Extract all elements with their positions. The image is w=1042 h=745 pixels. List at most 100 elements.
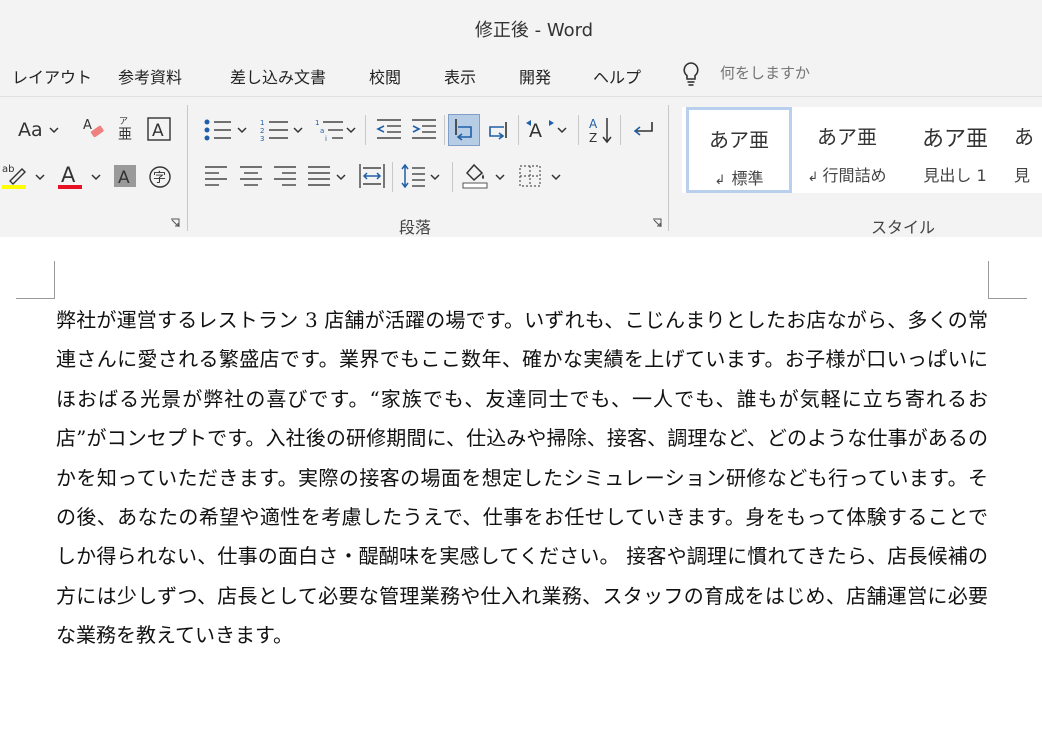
svg-text:1: 1 [260,119,264,127]
phonetic-guide-icon[interactable]: ア 亜 [116,114,138,142]
styles-group-label: スタイル [871,218,936,237]
font-dialog-launcher-icon[interactable] [170,218,180,228]
svg-text:Z: Z [589,131,597,145]
tab-review[interactable]: 校閲 [369,64,401,88]
right-to-left-icon[interactable] [486,118,512,142]
borders-icon[interactable] [519,165,541,187]
style-preview: あア亜 [709,128,769,152]
crop-mark [988,261,989,299]
tab-layout[interactable]: レイアウト [12,64,92,88]
highlight-color-swatch [2,185,26,189]
left-to-right-icon [455,119,472,141]
style-name: 見 [1014,166,1031,185]
paragraph-mark-icon: ↲ [807,170,819,185]
chevron-down-icon[interactable] [237,126,247,134]
left-to-right-button[interactable] [448,114,480,146]
clear-formatting-icon[interactable]: A [82,116,106,142]
increase-indent-icon[interactable] [410,118,438,142]
svg-text:A: A [83,118,92,133]
style-heading-2[interactable]: あ 見 [1014,107,1042,193]
tab-help[interactable]: ヘルプ [593,64,641,88]
separator [365,115,366,145]
crop-mark [54,261,55,299]
enclosed-character-icon[interactable]: 字 [148,165,172,189]
style-heading-1[interactable]: あア亜 見出し 1 [902,107,1008,193]
align-right-icon[interactable] [273,165,297,187]
chevron-down-icon[interactable] [293,126,303,134]
align-center-icon[interactable] [239,165,263,187]
bullets-icon[interactable] [203,119,233,141]
svg-text:A: A [61,163,76,187]
character-spacing-icon[interactable]: A [526,117,554,143]
chevron-down-icon[interactable] [336,173,346,181]
document-body-text[interactable]: 弊社が運営するレストラン 3 店舗が活躍の場です。いずれも、こじんまりとしたお店… [56,301,988,656]
sort-icon[interactable]: A Z [588,115,614,145]
ribbon-tabs: レイアウト 参考資料 差し込み文書 校閲 表示 開発 ヘルプ [0,50,1042,96]
separator [620,115,621,145]
character-shading-icon[interactable]: A [114,165,136,187]
font-color-icon[interactable]: A [58,161,84,189]
separator [578,115,579,145]
separator [392,162,393,192]
paragraph-dialog-launcher-icon[interactable] [652,218,662,228]
svg-text:亜: 亜 [118,127,132,142]
chevron-down-icon[interactable] [557,126,567,134]
svg-text:A: A [118,168,130,187]
paragraph-group-label: 段落 [399,218,432,237]
crop-mark [16,298,54,299]
svg-text:i: i [325,135,327,142]
line-spacing-icon[interactable] [400,163,426,189]
chevron-down-icon[interactable] [91,173,101,181]
style-preview: あ [1014,125,1034,149]
tab-mailings[interactable]: 差し込み文書 [230,64,326,88]
paragraph-mark-icon: ↲ [714,173,726,188]
document-page[interactable]: 弊社が運営するレストラン 3 店舗が活躍の場です。いずれも、こじんまりとしたお店… [0,237,1042,745]
style-name-text: 標準 [731,169,764,188]
title-bar: 修正後 - Word [0,0,1042,50]
window-title: 修正後 - Word [474,20,594,41]
separator [444,115,445,145]
highlight-color-icon[interactable]: ab [2,161,28,189]
svg-text:ab: ab [2,164,14,175]
chevron-down-icon[interactable] [49,126,59,134]
svg-text:2: 2 [260,127,264,135]
shading-icon[interactable] [461,161,489,189]
character-border-icon[interactable]: A [147,117,171,141]
lightbulb-icon[interactable] [680,60,702,88]
tab-developer[interactable]: 開発 [519,64,551,88]
chevron-down-icon[interactable] [495,173,505,181]
style-normal[interactable]: あア亜 ↲ 標準 [686,107,792,193]
style-name: ↲ 行間詰め [794,162,900,186]
svg-text:3: 3 [260,135,264,142]
distributed-icon[interactable] [359,163,385,189]
svg-text:a: a [320,127,324,135]
group-separator [668,105,669,231]
separator [452,162,453,192]
chevron-down-icon[interactable] [35,173,45,181]
svg-text:A: A [589,117,598,131]
decrease-indent-icon[interactable] [375,118,403,142]
numbering-icon[interactable]: 1 2 3 [260,118,290,142]
change-case-button[interactable]: Aa [18,119,43,141]
style-name: 見出し 1 [923,166,987,185]
svg-text:A: A [152,121,164,141]
crop-mark [989,298,1027,299]
styles-gallery: あア亜 ↲ 標準 あア亜 ↲ 行間詰め あア亜 見出し 1 あ 見 [682,107,1042,193]
style-preview: あア亜 [817,125,877,149]
svg-text:字: 字 [153,171,166,186]
justify-icon[interactable] [307,165,331,187]
chevron-down-icon[interactable] [430,173,440,181]
separator [518,115,519,145]
tab-view[interactable]: 表示 [444,64,476,88]
align-left-icon[interactable] [204,165,228,187]
tab-references[interactable]: 参考資料 [118,64,182,88]
style-preview: あア亜 [921,127,988,152]
tell-me-input[interactable] [720,64,880,82]
svg-text:ア: ア [119,117,128,127]
group-separator [187,105,188,231]
multilevel-list-icon[interactable]: 1 a i [315,118,345,142]
style-no-spacing[interactable]: あア亜 ↲ 行間詰め [794,107,900,193]
chevron-down-icon[interactable] [346,126,356,134]
chevron-down-icon[interactable] [551,173,561,181]
show-formatting-marks-icon[interactable] [630,119,656,141]
